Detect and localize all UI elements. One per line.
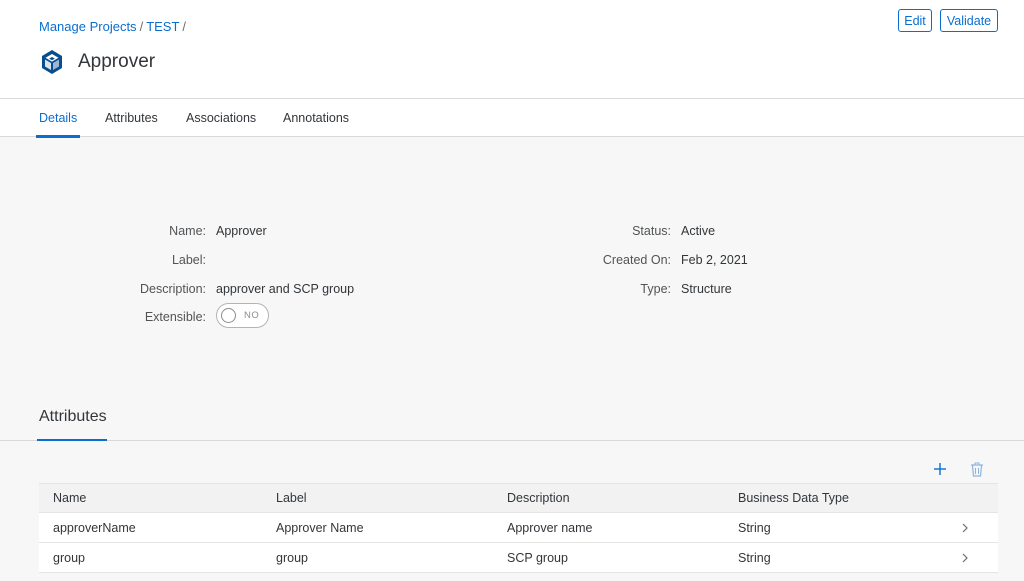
tab-bar: Details Attributes Associations Annotati… (0, 99, 1024, 138)
chevron-right-icon (961, 543, 969, 572)
attributes-section-title: Attributes (39, 408, 107, 425)
status-label: Status: (632, 224, 671, 238)
attributes-table: Name Label Description Business Data Typ… (39, 483, 998, 573)
page-title: Approver (78, 51, 156, 72)
validate-button[interactable]: Validate (940, 9, 998, 32)
description-label: Description: (140, 282, 206, 296)
cell-name: group (53, 550, 85, 565)
type-label: Type: (640, 282, 671, 296)
created-on-value: Feb 2, 2021 (681, 253, 748, 267)
column-header-label: Label (276, 491, 307, 505)
cell-type: String (738, 520, 771, 535)
tab-details[interactable]: Details (35, 99, 81, 138)
cell-description: Approver name (507, 520, 593, 535)
cell-type: String (738, 550, 771, 565)
edit-button[interactable]: Edit (898, 9, 932, 32)
column-header-name: Name (53, 491, 87, 505)
extensible-label: Extensible: (144, 310, 206, 324)
breadcrumb-link-manage-projects[interactable]: Manage Projects (39, 19, 137, 34)
tab-associations[interactable]: Associations (186, 99, 256, 137)
extensible-toggle[interactable]: NO (216, 303, 269, 328)
cell-description: SCP group (507, 550, 568, 565)
toggle-knob (221, 308, 236, 323)
object-header: Manage Projects / TEST / Approver Edit V… (0, 0, 1024, 99)
toggle-state-text: NO (244, 310, 260, 321)
label-label: Label: (171, 253, 206, 267)
tab-annotations[interactable]: Annotations (283, 99, 349, 137)
cell-name: approverName (53, 520, 136, 535)
chevron-right-icon (961, 513, 969, 542)
breadcrumb-link-test[interactable]: TEST (146, 19, 179, 34)
trash-icon[interactable] (968, 460, 986, 478)
description-value: approver and SCP group (216, 282, 355, 296)
created-on-label: Created On: (602, 253, 671, 267)
plus-icon[interactable] (931, 460, 949, 478)
section-divider (0, 440, 1024, 441)
tab-attributes[interactable]: Attributes (105, 99, 158, 137)
table-row[interactable]: approverName Approver Name Approver name… (39, 513, 998, 543)
breadcrumb: Manage Projects / TEST / (39, 19, 189, 34)
cube-icon (39, 49, 65, 75)
column-header-description: Description (507, 491, 570, 505)
title-row: Approver (39, 49, 155, 75)
status-value: Active (681, 224, 716, 238)
name-label: Name: (169, 224, 206, 238)
cell-label: Approver Name (276, 520, 364, 535)
column-header-business-data-type: Business Data Type (738, 491, 849, 505)
table-row[interactable]: group group SCP group String (39, 543, 998, 573)
type-value: Structure (681, 282, 732, 296)
cell-label: group (276, 550, 308, 565)
name-value: Approver (216, 224, 267, 238)
breadcrumb-separator: / (182, 19, 187, 34)
section-title-underline (37, 439, 107, 441)
breadcrumb-separator: / (139, 19, 144, 34)
table-header: Name Label Description Business Data Typ… (39, 483, 998, 513)
